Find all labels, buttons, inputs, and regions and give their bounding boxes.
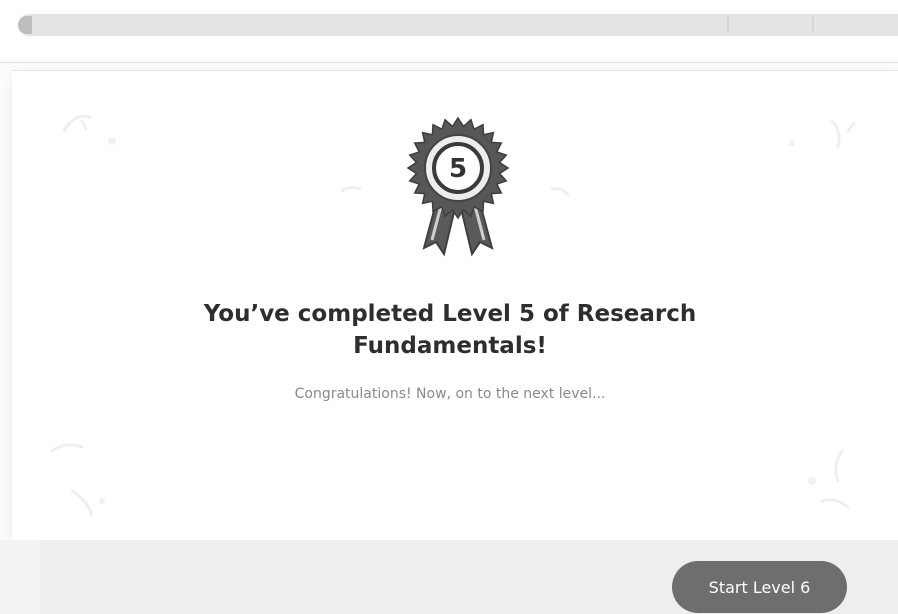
progress-tick [812, 16, 814, 32]
completion-title: You’ve completed Level 5 of Research Fun… [203, 301, 697, 359]
course-progress-area [0, 0, 898, 60]
progress-start-marker [18, 16, 32, 34]
course-progress-fill [18, 14, 898, 36]
header-divider [0, 62, 898, 63]
badge-level-number: 5 [449, 154, 467, 184]
level-complete-screen: 5 You’ve completed Level 5 of Research F… [0, 0, 898, 614]
level-award-badge: 5 [406, 116, 510, 257]
award-ribbon-icon [406, 116, 510, 257]
completion-subtitle: Congratulations! Now, on to the next lev… [294, 386, 606, 402]
course-progress-bar [18, 14, 898, 36]
start-next-level-button[interactable]: Start Level 6 [672, 561, 847, 613]
progress-tick [727, 16, 729, 32]
